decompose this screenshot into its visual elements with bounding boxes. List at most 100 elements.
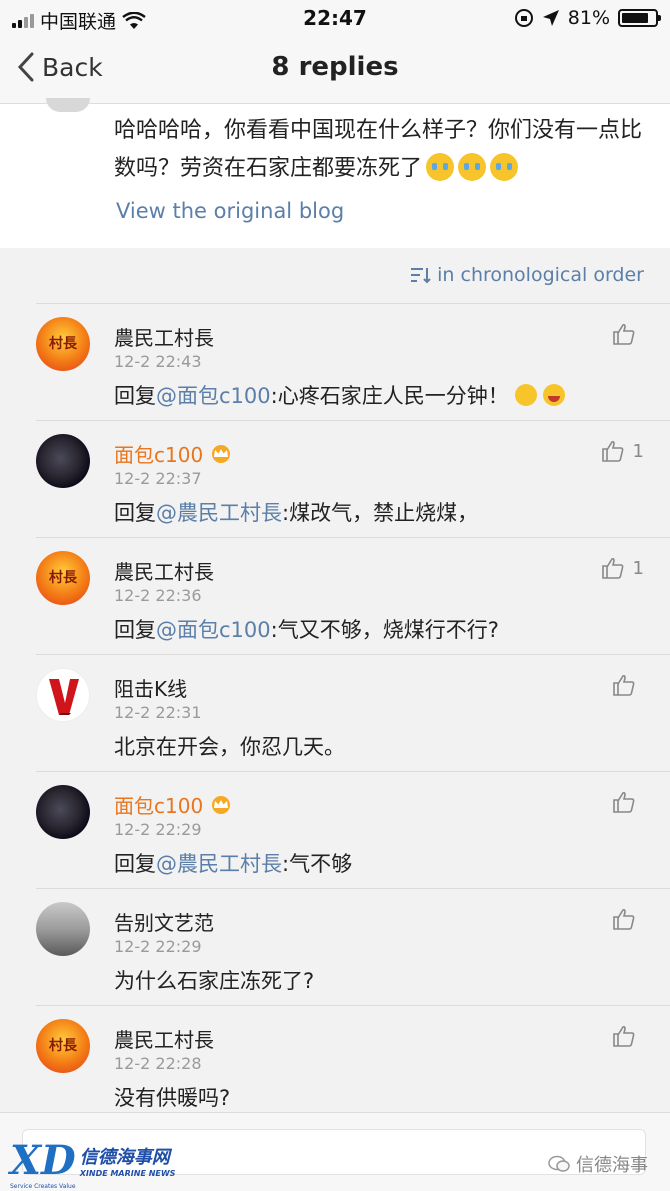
like-count: 1 xyxy=(632,440,644,462)
battery-icon xyxy=(618,9,661,27)
original-post-body: 哈哈哈哈，你看看中国现在什么样子？你们没有一点比数吗？劳资在石家庄都要冻死了 xyxy=(114,118,643,181)
mention-link[interactable]: @面包c100 xyxy=(156,384,271,408)
reply-prefix: 回复 xyxy=(114,852,156,876)
avatar-text: 村長 xyxy=(49,570,77,586)
comment-time: 12-2 22:29 xyxy=(114,937,202,956)
commenter-name[interactable]: 農民工村長 xyxy=(114,322,214,351)
watermark-cn: 信德海事网 xyxy=(79,1147,170,1168)
status-bar: 中国联通 22:47 81% xyxy=(0,0,670,36)
avatar[interactable] xyxy=(36,434,90,488)
watermark-right: 信德海事 xyxy=(548,1151,648,1177)
battery-level xyxy=(622,13,648,23)
comment-body: 没有供暖吗? xyxy=(114,1086,231,1110)
comment-body: :心疼石家庄人民一分钟！ xyxy=(270,384,509,408)
sort-label: in chronological order xyxy=(437,264,644,286)
sort-order-button[interactable]: in chronological order xyxy=(409,264,644,286)
like-button[interactable] xyxy=(612,790,644,814)
avatar[interactable] xyxy=(36,785,90,839)
comment-body: :煤改气，禁止烧煤， xyxy=(282,501,479,525)
sort-bar: in chronological order xyxy=(0,256,670,296)
comment-body: :气又不够，烧煤行不行? xyxy=(270,618,499,642)
comment-time: 12-2 22:29 xyxy=(114,820,202,839)
comment-text: 回复@農民工村長:煤改气，禁止烧煤， xyxy=(114,497,478,527)
avatar[interactable]: 村長 xyxy=(36,551,90,605)
commenter-name-group: 面包c100 xyxy=(114,790,233,819)
comment-time: 12-2 22:28 xyxy=(114,1054,202,1073)
thumbs-up-icon xyxy=(613,791,635,813)
vip-crown-icon xyxy=(212,445,231,463)
commenter-name[interactable]: 阻击K线 xyxy=(114,673,187,702)
rotation-lock-icon xyxy=(514,9,533,27)
comment-time: 12-2 22:43 xyxy=(114,352,202,371)
comment-item: 告别文艺范 12-2 22:29 为什么石家庄冻死了? xyxy=(36,888,670,1005)
status-right: 81% xyxy=(514,7,661,29)
commenter-name[interactable]: 農民工村長 xyxy=(114,1024,214,1053)
location-icon xyxy=(542,10,559,26)
thumbs-up-icon xyxy=(613,908,635,930)
commenter-name[interactable]: 面包c100 xyxy=(114,794,203,818)
tears-of-joy-emoji-icon xyxy=(514,384,537,406)
crying-emoji-icon xyxy=(458,153,487,181)
watermark-logo: XD 信德海事网 XINDE MARINE NEWS xyxy=(10,1137,176,1184)
original-post-text: 哈哈哈哈，你看看中国现在什么样子？你们没有一点比数吗？劳资在石家庄都要冻死了 xyxy=(114,112,654,188)
comment-time: 12-2 22:37 xyxy=(114,469,202,488)
like-button[interactable] xyxy=(612,673,644,697)
avatar-text: 村長 xyxy=(49,1038,77,1054)
avatar[interactable] xyxy=(36,668,90,722)
comment-text: 没有供暖吗? xyxy=(114,1082,230,1112)
watermark-text: 信德海事网 XINDE MARINE NEWS xyxy=(80,1143,176,1178)
thumbs-up-icon xyxy=(613,1025,635,1047)
watermark-right-text: 信德海事 xyxy=(576,1155,648,1176)
comment-body: 北京在开会，你忍几天。 xyxy=(114,735,345,759)
thumbs-up-icon xyxy=(601,440,623,462)
view-original-link[interactable]: View the original blog xyxy=(116,199,344,223)
avatar[interactable] xyxy=(36,902,90,956)
like-button[interactable] xyxy=(612,907,644,931)
comment-item: 面包c100 12-2 22:29 回复@農民工村長:气不够 xyxy=(36,771,670,888)
like-button[interactable] xyxy=(612,322,644,346)
reply-prefix: 回复 xyxy=(114,501,156,525)
comment-text: 回复@面包c100:气又不够，烧煤行不行? xyxy=(114,614,499,644)
reply-bar: XD 信德海事网 XINDE MARINE NEWS Service Creat… xyxy=(0,1112,670,1191)
wechat-icon xyxy=(548,1155,570,1172)
avatar-text: 村長 xyxy=(49,336,77,352)
comment-text: 回复@面包c100:心疼石家庄人民一分钟！ xyxy=(114,380,565,410)
thumbs-up-icon xyxy=(601,557,623,579)
avatar xyxy=(46,98,90,112)
watermark-en: XINDE MARINE NEWS xyxy=(79,1169,176,1178)
comment-time: 12-2 22:36 xyxy=(114,586,202,605)
crying-emoji-icon xyxy=(490,153,519,181)
commenter-name[interactable]: 面包c100 xyxy=(114,443,203,467)
reply-prefix: 回复 xyxy=(114,618,156,642)
like-button[interactable]: 1 xyxy=(601,439,644,463)
sort-icon xyxy=(411,268,431,284)
crying-emoji-icon xyxy=(426,153,455,181)
comment-time: 12-2 22:31 xyxy=(114,703,202,722)
commenter-name[interactable]: 告别文艺范 xyxy=(114,907,214,936)
original-post: 哈哈哈哈，你看看中国现在什么样子？你们没有一点比数吗？劳资在石家庄都要冻死了 V… xyxy=(0,98,670,248)
thumbs-up-icon xyxy=(613,323,635,345)
comment-list: 村長 農民工村長 12-2 22:43 回复@面包c100:心疼石家庄人民一分钟… xyxy=(0,303,670,1122)
avatar[interactable]: 村長 xyxy=(36,317,90,371)
commenter-name[interactable]: 農民工村長 xyxy=(114,556,214,585)
comment-body: 为什么石家庄冻死了? xyxy=(114,969,315,993)
watermark-logo-mark: XD xyxy=(10,1137,76,1184)
comment-text: 北京在开会，你忍几天。 xyxy=(114,731,345,761)
vip-crown-icon xyxy=(212,796,231,814)
like-button[interactable] xyxy=(612,1024,644,1048)
like-button[interactable]: 1 xyxy=(601,556,644,580)
mention-link[interactable]: @農民工村長 xyxy=(156,852,282,876)
like-count: 1 xyxy=(632,557,644,579)
mention-link[interactable]: @農民工村長 xyxy=(156,501,282,525)
comment-item: 村長 農民工村長 12-2 22:36 回复@面包c100:气又不够，烧煤行不行… xyxy=(36,537,670,654)
thumbs-up-icon xyxy=(613,674,635,696)
nav-bar: Back 8 replies xyxy=(0,36,670,104)
comment-item: 村長 農民工村長 12-2 22:43 回复@面包c100:心疼石家庄人民一分钟… xyxy=(36,303,670,420)
mention-link[interactable]: @面包c100 xyxy=(156,618,271,642)
comment-item: 阻击K线 12-2 22:31 北京在开会，你忍几天。 xyxy=(36,654,670,771)
comment-body: :气不够 xyxy=(282,852,353,876)
red-v-logo-icon xyxy=(49,679,79,715)
avatar[interactable]: 村長 xyxy=(36,1019,90,1073)
comment-item: 村長 農民工村長 12-2 22:28 没有供暖吗? xyxy=(36,1005,670,1122)
comment-text: 为什么石家庄冻死了? xyxy=(114,965,314,995)
